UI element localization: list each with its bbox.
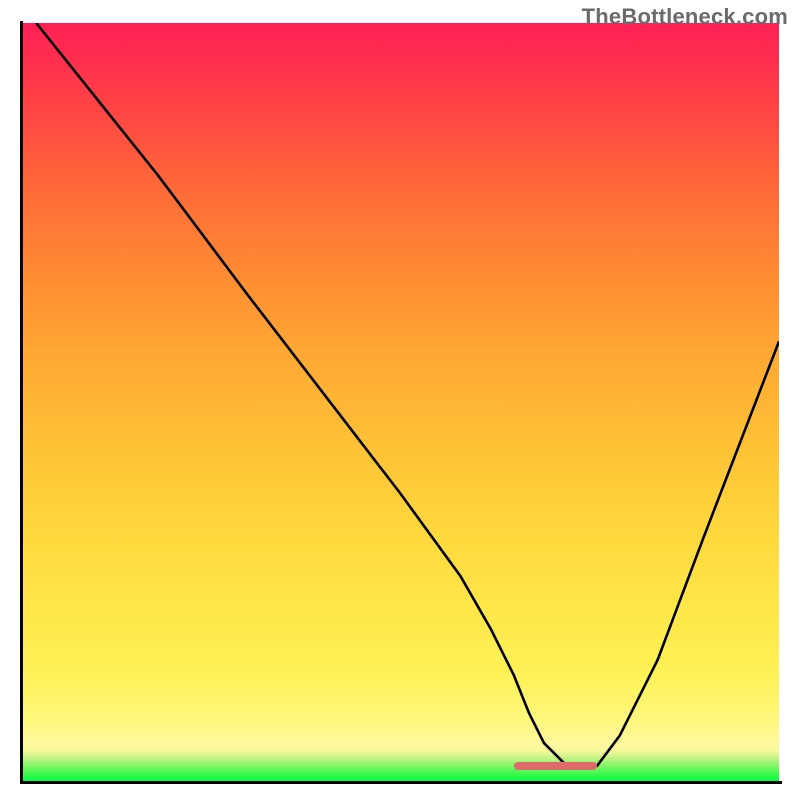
x-axis: [20, 781, 782, 784]
bottleneck-curve: [21, 23, 779, 781]
y-axis: [20, 21, 23, 783]
minimum-marker: [514, 762, 597, 770]
watermark-text: TheBottleneck.com: [582, 4, 788, 30]
chart-frame: TheBottleneck.com: [0, 0, 800, 800]
